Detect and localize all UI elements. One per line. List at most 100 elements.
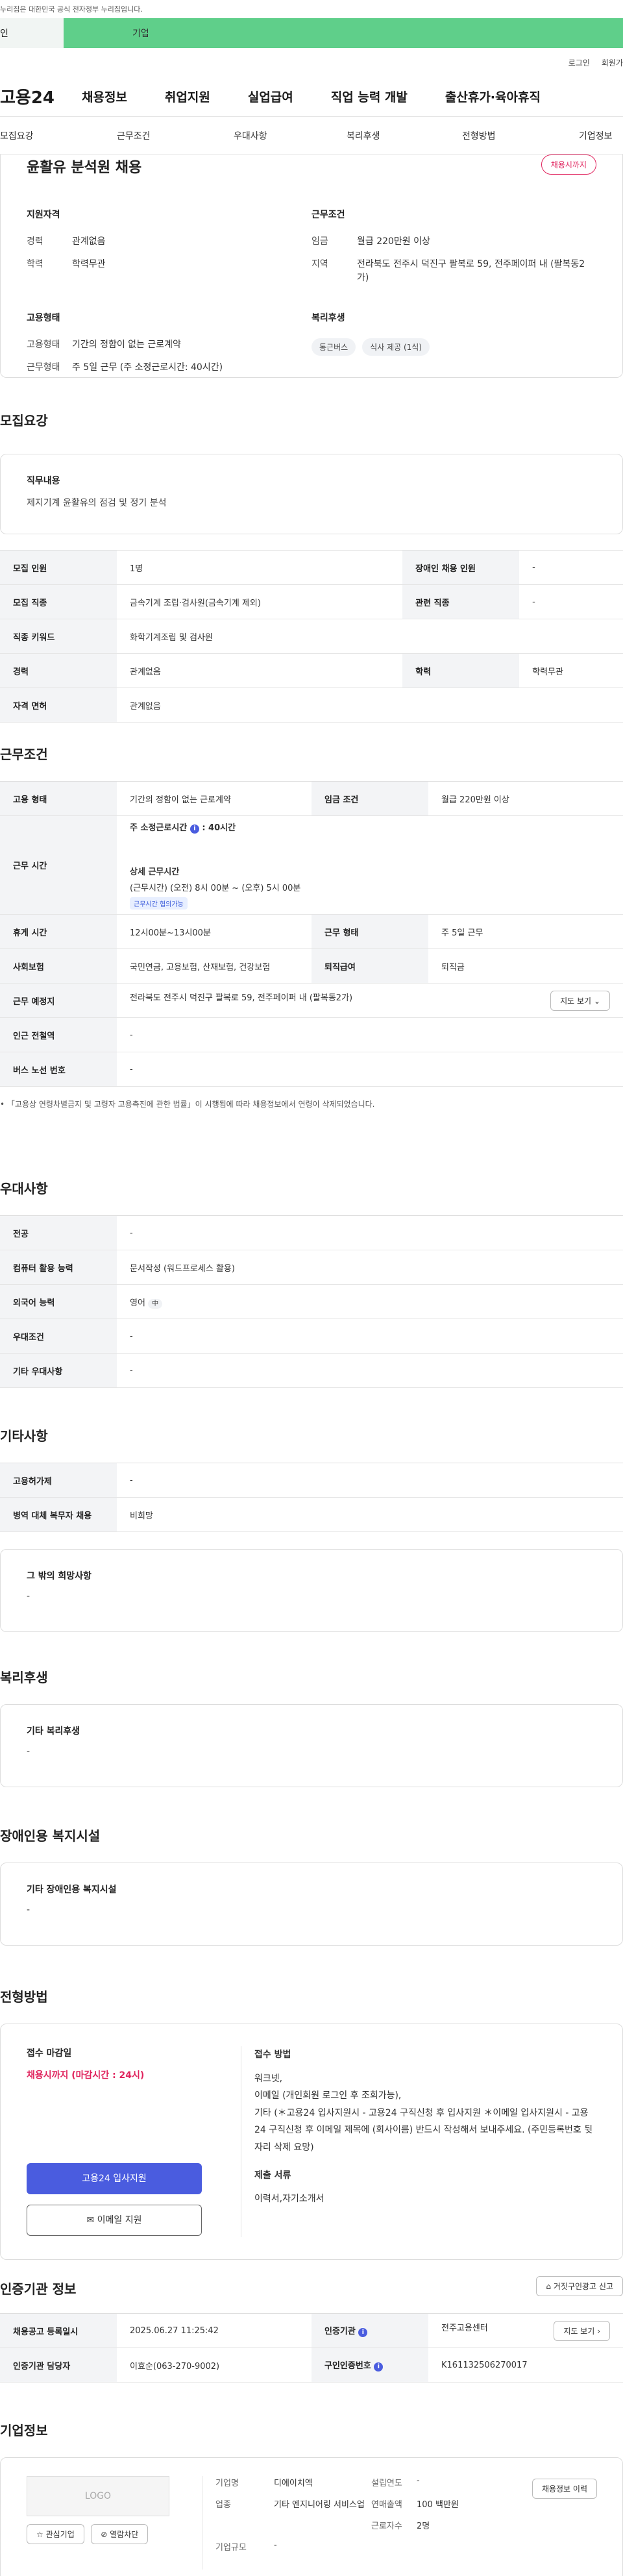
info-icon[interactable]: i bbox=[358, 2328, 368, 2337]
duty-value: 제지기계 윤활유의 점검 및 정기 분석 bbox=[27, 498, 167, 508]
join-link[interactable]: 회원가 bbox=[602, 57, 623, 68]
subnav-company[interactable]: 기업정보 bbox=[579, 129, 613, 142]
value: - bbox=[274, 2540, 277, 2550]
label: 설립연도 bbox=[371, 2479, 402, 2488]
welfare-col: 복리후생 통근버스 식사 제공 (1식) bbox=[312, 311, 596, 384]
email-apply-button[interactable]: ✉ 이메일 지원 bbox=[27, 2205, 202, 2236]
table-row: 고용 형태 기간의 정함이 없는 근로계약 임금 조건 월급 220만원 이상 bbox=[0, 781, 623, 816]
cell-value: 화학기계조립 및 검사원 bbox=[117, 619, 623, 654]
cell-header: 고용허가제 bbox=[0, 1463, 117, 1498]
block-view-button[interactable]: ⊘ 열람차단 bbox=[91, 2524, 149, 2544]
company-logo: LOGO bbox=[27, 2476, 169, 2516]
apply-card: 접수 마감일 채용시까지 (마감시간 : 24시) 고용24 입사지원 ✉ 이메… bbox=[0, 2024, 623, 2260]
util-links: 로그인 회원가 bbox=[0, 48, 623, 77]
label: 경력 bbox=[27, 236, 43, 247]
agency-map-button[interactable]: 지도 보기 › bbox=[554, 2320, 610, 2341]
home-icon: ⌂ bbox=[546, 2282, 552, 2291]
cell-header: 컴퓨터 활용 능력 bbox=[0, 1250, 117, 1285]
cell-header: 인증기관 i bbox=[312, 2313, 428, 2348]
label: 기업명 bbox=[215, 2479, 239, 2488]
map-button[interactable]: 지도 보기 ⌄ bbox=[550, 990, 610, 1011]
deadline-value: 채용시까지 (마감시간 : 24시) bbox=[27, 2070, 145, 2081]
wish-box: 그 밖의 희망사항 - bbox=[0, 1549, 623, 1632]
value: 100 백만원 bbox=[417, 2500, 459, 2510]
global-nav: 고용24 채용정보 취업지원 실업급여 직업 능력 개발 출산휴가·육아휴직 bbox=[0, 77, 623, 117]
cell-value: - bbox=[519, 584, 623, 619]
tab-person-label: 인 bbox=[0, 29, 8, 39]
info-icon[interactable]: i bbox=[189, 824, 199, 834]
org-value: 전주고용센터 bbox=[441, 2323, 488, 2333]
value: 2명 bbox=[417, 2521, 430, 2531]
benefit-box: 기타 복리후생 - bbox=[0, 1704, 623, 1787]
login-link[interactable]: 로그인 bbox=[568, 57, 590, 68]
report-button[interactable]: ⌂ 거짓구인광고 신고 bbox=[536, 2276, 623, 2296]
gnb-item-unemployment[interactable]: 실업급여 bbox=[248, 88, 293, 105]
table-row: 인증기관 담당자 이효순(063-270-9002) 구인인증번호 i K161132… bbox=[0, 2347, 623, 2383]
tab-person[interactable]: 인 bbox=[0, 18, 64, 48]
table-row: 버스 노선 번호 - bbox=[0, 1052, 623, 1087]
summary-card: 윤활유 분석원 채용 채용시까지 지원자격 경력 관계없음 학력 학력무관 근무조건… bbox=[0, 155, 623, 378]
id-label: 구인인증번호 bbox=[324, 2361, 371, 2371]
lang-level-tag: 中 bbox=[148, 1298, 163, 1309]
table-row: 컴퓨터 활용 능력 문서작성 (워드프로세스 활용) bbox=[0, 1250, 623, 1285]
value: 월급 220만원 이상 bbox=[357, 236, 430, 247]
table-row: 사회보험 국민연금, 고용보험, 산재보험, 건강보험 퇴직급여 퇴직금 bbox=[0, 948, 623, 984]
apply-left: 접수 마감일 채용시까지 (마감시간 : 24시) 고용24 입사지원 ✉ 이메… bbox=[27, 2046, 206, 2237]
work-table: 고용 형태 기간의 정함이 없는 근로계약 임금 조건 월급 220만원 이상 근무 … bbox=[0, 781, 623, 1087]
apply-right: 접수 방법 워크넷, 이메일 (개인회원 로그인 후 조회가능), 기타 (＊고… bbox=[241, 2046, 596, 2237]
tab-business[interactable]: 기업 bbox=[64, 18, 623, 48]
cell-value: 주 5일 근무 bbox=[428, 914, 623, 949]
cell-header: 직종 키워드 bbox=[0, 619, 117, 654]
site-logo[interactable]: 고용24 bbox=[0, 84, 82, 108]
cell-header: 채용공고 등록일시 bbox=[0, 2313, 117, 2348]
cell-header: 모집 직종 bbox=[0, 584, 117, 619]
job-history-button[interactable]: 채용정보 이력 bbox=[531, 2479, 597, 2499]
hours-week-value: : 40시간 bbox=[202, 823, 236, 833]
qual-col: 지원자격 경력 관계없음 학력 학력무관 bbox=[27, 208, 312, 294]
work-section: 근무조건 고용 형태 기간의 정함이 없는 근로계약 임금 조건 월급 220만원 이… bbox=[0, 744, 623, 1109]
docs-heading: 제출 서류 bbox=[254, 2170, 291, 2181]
subnav-benefit[interactable]: 복리후생 bbox=[347, 129, 462, 142]
emp-heading: 고용형태 bbox=[27, 313, 60, 323]
pref-table: 전공 - 컴퓨터 활용 능력 문서작성 (워드프로세스 활용) 외국어 능력 영어 中… bbox=[0, 1215, 623, 1388]
cell-value: 이효순(063-270-9002) bbox=[117, 2347, 312, 2383]
apply-button[interactable]: 고용24 입사지원 bbox=[27, 2163, 202, 2194]
subnav-work[interactable]: 근무조건 bbox=[117, 129, 234, 142]
table-row: 채용공고 등록일시 2025.06.27 11:25:42 인증기관 i 전주고용센터… bbox=[0, 2313, 623, 2348]
info-icon[interactable]: i bbox=[374, 2362, 384, 2372]
value: 기타 엔지니어링 서비스업 bbox=[274, 2500, 365, 2510]
detail-hours-value: (근무시간) (오전) 8시 00분 ~ (오후) 5시 00분 bbox=[130, 884, 301, 893]
cell-header: 인증기관 담당자 bbox=[0, 2347, 117, 2383]
gnb-item-skills[interactable]: 직업 능력 개발 bbox=[331, 88, 408, 105]
job-title: 윤활유 분석원 채용 bbox=[27, 160, 142, 176]
gnb-item-employment-support[interactable]: 취업지원 bbox=[165, 88, 210, 105]
recruit-title: 모집요강 bbox=[0, 413, 48, 428]
disabled-value: - bbox=[27, 1905, 31, 1915]
cell-value: 월급 220만원 이상 bbox=[428, 781, 623, 816]
subnav-pref[interactable]: 우대사항 bbox=[234, 129, 347, 142]
detail-hours-heading: 상세 근무시간 bbox=[130, 867, 180, 877]
cell-value: 1명 bbox=[117, 550, 403, 585]
cell-value: 금속기계 조립·검사원(금속기계 제외) bbox=[117, 584, 403, 619]
favorite-company-button[interactable]: ☆ 관심기업 bbox=[27, 2524, 84, 2544]
welfare-heading: 복리후생 bbox=[312, 313, 345, 323]
cell-header: 고용 형태 bbox=[0, 781, 117, 816]
table-row: 근무 예정지 전라북도 전주시 덕진구 팔복로 59, 전주페이퍼 내 (팔복동2… bbox=[0, 983, 623, 1018]
subnav-screening[interactable]: 전형방법 bbox=[462, 129, 579, 142]
block-icon: ⊘ bbox=[101, 2530, 108, 2539]
hours-week-label: 주 소정근로시간 bbox=[130, 823, 188, 833]
gnb-item-jobs[interactable]: 채용정보 bbox=[82, 88, 127, 105]
place-value: 전라북도 전주시 덕진구 팔복로 59, 전주페이퍼 내 (팔복동2가) bbox=[130, 993, 353, 1003]
map-button-label: 지도 보기 bbox=[560, 996, 592, 1006]
gnb-item-parental-leave[interactable]: 출산휴가·육아휴직 bbox=[445, 88, 541, 105]
favorite-label: 관심기업 bbox=[45, 2530, 75, 2539]
cell-header: 구인인증번호 i bbox=[312, 2347, 428, 2383]
cell-header: 우대조건 bbox=[0, 1319, 117, 1354]
cell-value: 관계없음 bbox=[117, 687, 623, 723]
subnav-recruit[interactable]: 모집요강 bbox=[0, 129, 117, 142]
deadline-badge: 채용시까지 bbox=[541, 155, 596, 175]
cell-value: 영어 中 bbox=[117, 1284, 623, 1319]
recruit-section: 모집요강 직무내용 제지기계 윤활유의 점검 및 정기 분석 모집 인원 1명 장애… bbox=[0, 410, 623, 723]
agency-section: 인증기관 정보 ⌂ 거짓구인광고 신고 채용공고 등록일시 2025.06.27 … bbox=[0, 2276, 623, 2383]
email-apply-label: 이메일 지원 bbox=[97, 2215, 142, 2225]
